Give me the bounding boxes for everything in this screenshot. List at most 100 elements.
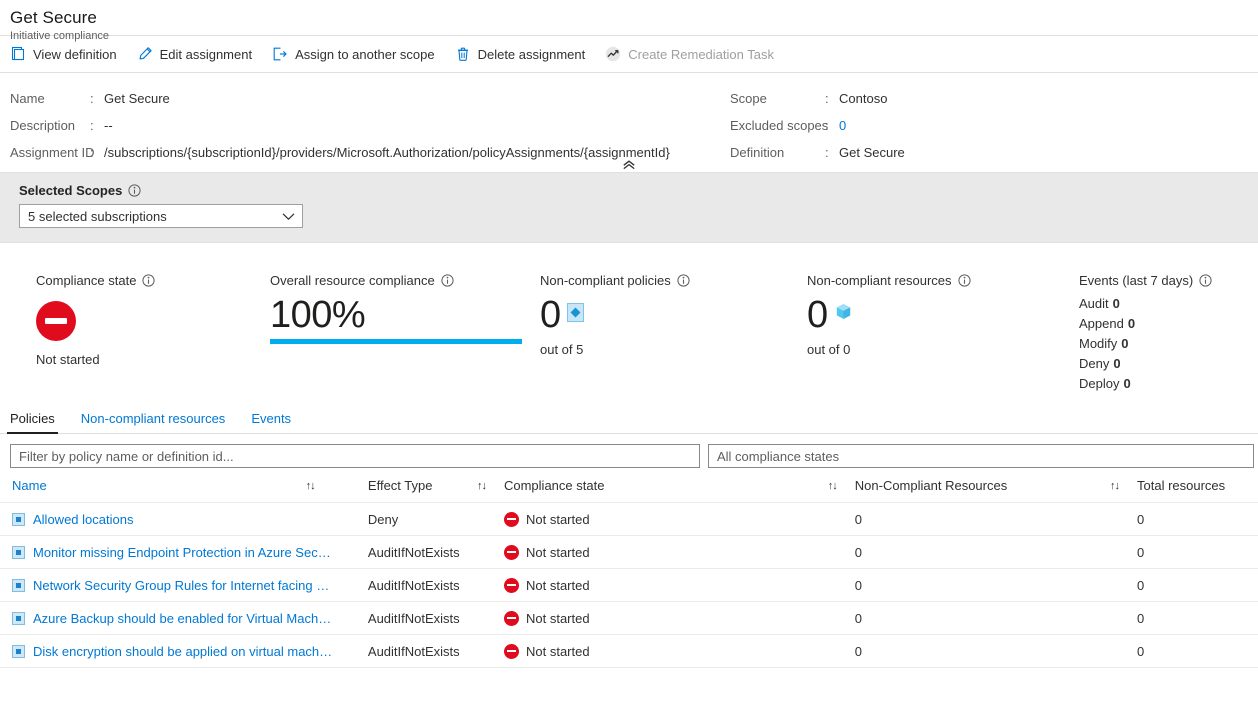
create-remediation-task-button[interactable]: Create Remediation Task (605, 40, 774, 68)
table-row[interactable]: Allowed locations Deny Not started 0 0 (0, 503, 1258, 536)
view-definition-icon (10, 46, 26, 62)
selected-scopes-section: Selected Scopes 5 selected subscriptions (0, 173, 1258, 243)
table-row[interactable]: Monitor missing Endpoint Protection in A… (0, 536, 1258, 569)
non-compliant-resources-subtext: out of 0 (807, 342, 1079, 357)
page-title: Get Secure (10, 8, 1258, 28)
cell-total-resources: 0 (1137, 536, 1258, 569)
tab-events[interactable]: Events (251, 411, 291, 433)
column-header-total-resources[interactable]: Total resources (1137, 476, 1258, 503)
overall-compliance-progress-bar (270, 339, 522, 344)
trash-icon (455, 46, 471, 62)
pencil-icon (137, 46, 153, 62)
events-list: Audit0 Append0 Modify0 Deny0 Deploy0 (1079, 294, 1258, 394)
collapse-details-chevron-up-icon[interactable] (616, 158, 642, 172)
table-row[interactable]: Network Security Group Rules for Interne… (0, 569, 1258, 602)
info-icon[interactable] (958, 274, 971, 287)
info-icon[interactable] (1199, 274, 1212, 287)
info-icon[interactable] (441, 274, 454, 287)
tab-policies[interactable]: Policies (10, 411, 55, 433)
policy-name-link[interactable]: Azure Backup should be enabled for Virtu… (33, 611, 333, 626)
compliance-state-text: Not started (526, 512, 590, 527)
policy-name-link[interactable]: Network Security Group Rules for Interne… (33, 578, 333, 593)
cell-non-compliant-resources: 0 (855, 635, 1137, 668)
resource-cube-icon (834, 302, 853, 324)
cell-spacer (333, 602, 368, 635)
info-icon[interactable] (128, 184, 141, 197)
detail-value-name: Get Secure (104, 85, 170, 112)
kpi-non-compliant-resources-label: Non-compliant resources (807, 273, 952, 288)
overall-compliance-value: 100% (270, 292, 540, 338)
column-header-compliance-state-label: Compliance state (504, 478, 604, 493)
selected-scopes-dropdown[interactable]: 5 selected subscriptions (19, 204, 303, 228)
detail-colon: : (825, 112, 839, 139)
event-count: 0 (1123, 376, 1130, 391)
cell-total-resources: 0 (1137, 569, 1258, 602)
details-right-column: Scope : Contoso Excluded scopes : 0 Defi… (730, 85, 1258, 166)
event-count: 0 (1113, 296, 1120, 311)
detail-label-excluded-scopes: Excluded scopes (730, 112, 825, 139)
event-row: Deploy 0 (1079, 374, 1258, 394)
cell-policy-name: Allowed locations (0, 503, 333, 536)
cell-policy-name: Monitor missing Endpoint Protection in A… (0, 536, 333, 569)
sort-toggle-effect-type[interactable]: ↑↓ (477, 480, 504, 492)
edit-assignment-button[interactable]: Edit assignment (137, 40, 253, 68)
compliance-state-text: Not started (526, 611, 590, 626)
column-header-spacer (333, 476, 368, 503)
tab-non-compliant-resources[interactable]: Non-compliant resources (81, 411, 226, 433)
column-header-effect-type[interactable]: Effect Type ↑↓ (368, 476, 504, 503)
info-icon[interactable] (142, 274, 155, 287)
cell-non-compliant-resources: 0 (855, 602, 1137, 635)
cell-effect-type: AuditIfNotExists (368, 635, 504, 668)
detail-value-definition: Get Secure (839, 139, 905, 166)
sort-toggle-non-compliant-resources[interactable]: ↑↓ (1110, 480, 1137, 492)
view-definition-button[interactable]: View definition (10, 40, 117, 68)
details-left-column: Name : Get Secure Description : -- Assig… (0, 85, 730, 166)
table-row[interactable]: Disk encryption should be applied on vir… (0, 635, 1258, 668)
policy-name-link[interactable]: Allowed locations (33, 512, 133, 527)
policy-filter-input[interactable] (10, 444, 700, 468)
cell-compliance-state: Not started (504, 569, 855, 602)
cell-effect-type: Deny (368, 503, 504, 536)
kpi-non-compliant-resources: Non-compliant resources 0 out of 0 (807, 273, 1079, 403)
non-compliant-resources-value: 0 (807, 292, 828, 338)
compliance-state-filter-input[interactable] (708, 444, 1254, 468)
sort-toggle-compliance-state[interactable]: ↑↓ (828, 480, 855, 492)
page-header: Get Secure Initiative compliance (0, 0, 1258, 36)
column-header-non-compliant-resources[interactable]: Non-Compliant Resources ↑↓ (855, 476, 1137, 503)
event-name: Deploy (1079, 376, 1119, 391)
policy-definition-icon (12, 513, 25, 526)
cell-non-compliant-resources: 0 (855, 503, 1137, 536)
event-name: Deny (1079, 356, 1109, 371)
detail-label-definition: Definition (730, 139, 825, 166)
assign-to-another-scope-button[interactable]: Assign to another scope (272, 40, 434, 68)
cell-total-resources: 0 (1137, 635, 1258, 668)
kpi-non-compliant-policies-label: Non-compliant policies (540, 273, 671, 288)
detail-label-description: Description (10, 112, 90, 139)
table-row[interactable]: Azure Backup should be enabled for Virtu… (0, 602, 1258, 635)
policy-definition-icon (12, 612, 25, 625)
cell-effect-type: AuditIfNotExists (368, 602, 504, 635)
policy-name-link[interactable]: Monitor missing Endpoint Protection in A… (33, 545, 333, 560)
policy-definition-icon (12, 579, 25, 592)
detail-colon: : (90, 85, 104, 112)
view-definition-label: View definition (33, 47, 117, 62)
assign-to-another-scope-label: Assign to another scope (295, 47, 434, 62)
policy-name-link[interactable]: Disk encryption should be applied on vir… (33, 644, 333, 659)
compliance-state-text: Not started (526, 644, 590, 659)
kpi-overall-resource-compliance: Overall resource compliance 100% (270, 273, 540, 403)
kpi-events-label-row: Events (last 7 days) (1079, 273, 1258, 288)
delete-assignment-button[interactable]: Delete assignment (455, 40, 586, 68)
detail-value-excluded-scopes-link[interactable]: 0 (839, 112, 846, 139)
info-icon[interactable] (677, 274, 690, 287)
kpi-non-compliant-resources-label-row: Non-compliant resources (807, 273, 1079, 288)
sort-toggle-name[interactable]: ↑↓ (306, 480, 333, 492)
kpi-non-compliant-policies: Non-compliant policies 0 out of 5 (540, 273, 807, 403)
cell-spacer (333, 536, 368, 569)
cell-policy-name: Azure Backup should be enabled for Virtu… (0, 602, 333, 635)
policy-definition-icon (12, 645, 25, 658)
column-header-effect-type-label: Effect Type (368, 478, 433, 493)
column-header-compliance-state[interactable]: Compliance state ↑↓ (504, 476, 855, 503)
column-header-name[interactable]: Name ↑↓ (0, 476, 333, 503)
cell-compliance-state: Not started (504, 536, 855, 569)
policies-table-header: Name ↑↓ Effect Type ↑↓ Compliance state … (0, 476, 1258, 503)
